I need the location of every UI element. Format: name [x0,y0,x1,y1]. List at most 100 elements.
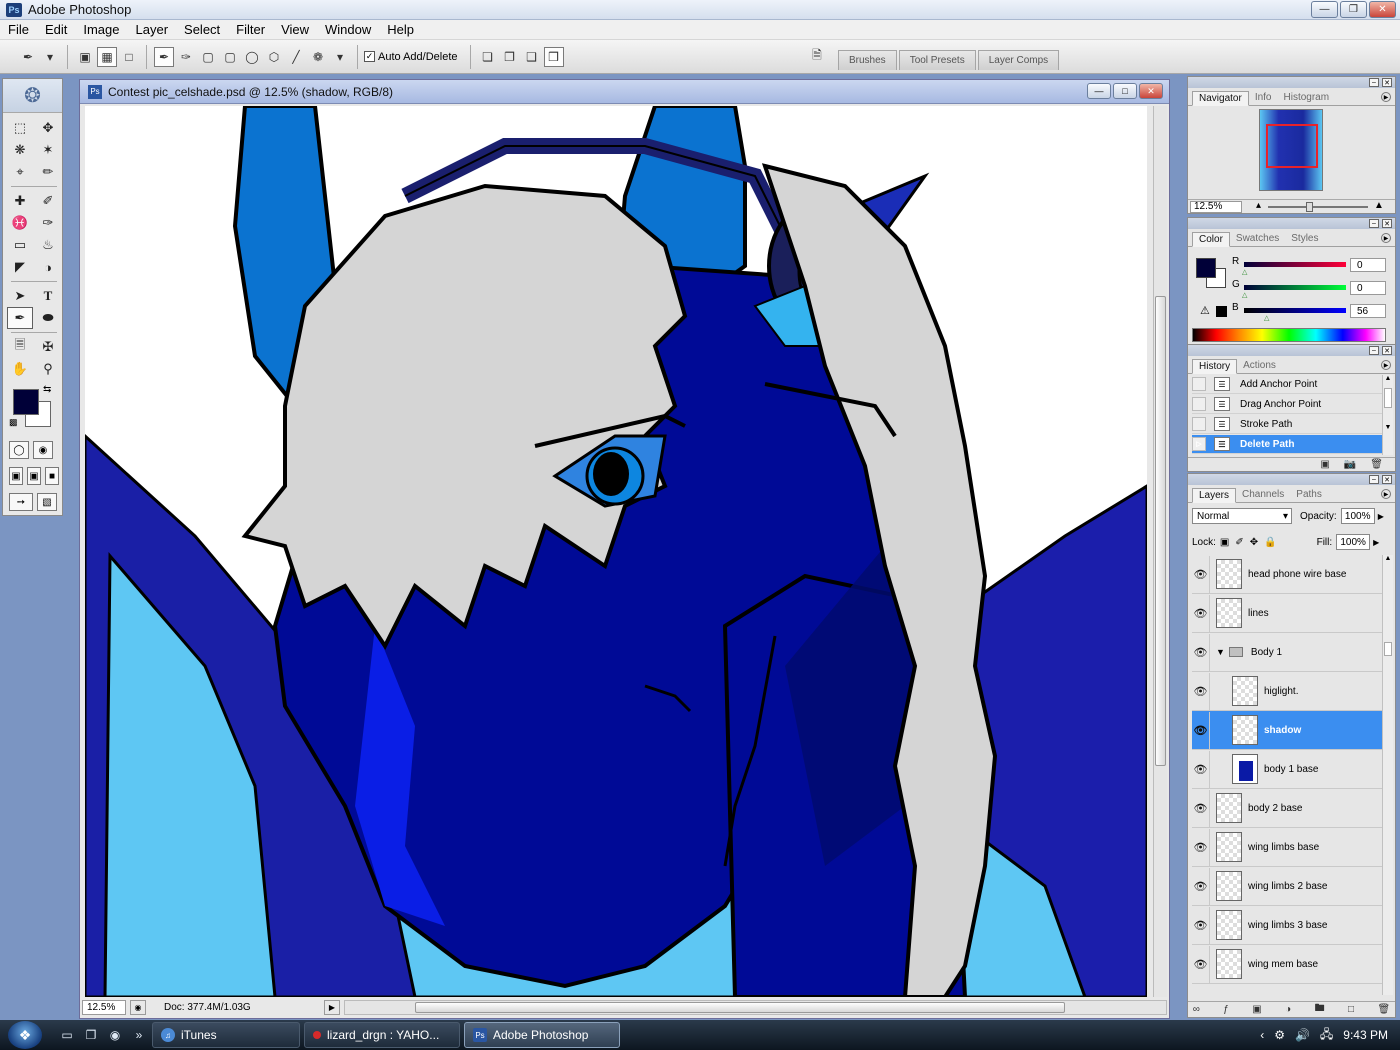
dodge-tool-icon[interactable]: ◑ [35,256,61,278]
shape-options-icon[interactable]: ▾ [330,47,350,67]
quick-mask-icon[interactable]: ◉ [33,441,53,459]
channel-b-knob-icon[interactable]: △ [1264,314,1269,322]
crop-tool-icon[interactable]: ⌖ [7,161,33,183]
palette-menu-icon[interactable]: ▶ [1381,360,1391,370]
foreground-color-swatch[interactable] [13,389,39,415]
channel-r-knob-icon[interactable]: △ [1242,268,1247,276]
menu-select[interactable]: Select [176,22,228,37]
close-button[interactable]: ✕ [1369,1,1396,18]
web-safe-swatch[interactable] [1216,306,1227,317]
move-tool-icon[interactable]: ✥ [35,117,61,139]
menu-image[interactable]: Image [75,22,127,37]
zoom-tool-icon[interactable]: ⚲ [35,358,61,380]
vertical-scrollbar[interactable] [1153,106,1167,997]
status-arrow-icon[interactable]: ▶ [324,1000,340,1015]
tab-info[interactable]: Info [1249,90,1278,105]
new-document-from-state-icon[interactable]: ▣ [1320,459,1329,470]
history-item-selected[interactable]: ▷ ☰ Delete Path [1192,435,1382,454]
zoom-slider-knob[interactable] [1306,202,1313,212]
visibility-eye-icon[interactable]: 👁 [1192,867,1210,905]
show-desktop-icon[interactable]: ▭ [58,1026,76,1044]
taskbar-photoshop[interactable]: Ps Adobe Photoshop [464,1022,620,1048]
layer-row[interactable]: 👁 body 1 base [1192,750,1382,789]
visibility-eye-icon[interactable]: 👁 [1192,945,1210,983]
visibility-eye-icon[interactable]: 👁 [1192,555,1210,593]
taskbar-yahoo[interactable]: lizard_drgn : YAHO... [304,1022,460,1048]
tab-styles[interactable]: Styles [1285,231,1324,246]
tray-network-tools-icon[interactable]: ⚙ [1274,1028,1285,1042]
subtract-path-icon[interactable]: ❐ [500,47,520,67]
view-box[interactable] [1266,124,1318,168]
tab-paths[interactable]: Paths [1290,487,1328,502]
taskbar-itunes[interactable]: ♫ iTunes [152,1022,300,1048]
horizontal-scrollbar[interactable] [344,1000,1167,1015]
palette-minimize-icon[interactable]: – [1369,346,1379,355]
doc-maximize-button[interactable]: □ [1113,83,1137,99]
channel-r-slider[interactable] [1244,262,1346,267]
navigator-zoom-field[interactable]: 12.5% [1190,200,1242,213]
rectangle-icon[interactable]: ▢ [198,47,218,67]
path-selection-icon[interactable]: ➤ [7,285,33,307]
slice-tool-icon[interactable]: ✏ [35,161,61,183]
menu-file[interactable]: File [0,22,37,37]
zoom-in-icon[interactable]: ▲ [1374,200,1384,211]
tab-navigator[interactable]: Navigator [1192,91,1249,106]
well-tab-layer-comps[interactable]: Layer Comps [977,50,1060,70]
palette-close-icon[interactable]: ✕ [1382,346,1392,355]
layer-row[interactable]: 👁 body 2 base [1192,789,1382,828]
clone-stamp-icon[interactable]: ♓ [7,212,33,234]
color-foreground-swatch[interactable] [1196,258,1216,278]
zoom-out-icon[interactable]: ▴ [1256,200,1261,211]
well-tab-tool-presets[interactable]: Tool Presets [898,50,976,70]
palette-close-icon[interactable]: ✕ [1382,78,1392,87]
palette-minimize-icon[interactable]: – [1369,219,1379,228]
layer-row[interactable]: 👁 lines [1192,594,1382,633]
layer-style-icon[interactable]: ƒ [1223,1004,1229,1015]
tray-expand-icon[interactable]: ‹ [1260,1028,1264,1042]
history-brush-icon[interactable]: ✑ [35,212,61,234]
zoom-field[interactable]: 12.5% [82,1000,126,1015]
lock-all-icon[interactable]: 🔒 [1264,537,1276,548]
screen-mode-standard-icon[interactable]: ▣ [9,467,23,485]
screen-mode-full-icon[interactable]: ■ [45,467,59,485]
jump-to-imageready-icon[interactable]: ➙ [9,493,33,511]
eyedropper-icon[interactable]: ✠ [35,336,61,358]
paths-icon[interactable]: ▦ [97,46,117,67]
palette-grip[interactable]: – ✕ [1188,77,1395,88]
palette-close-icon[interactable]: ✕ [1382,475,1392,484]
pen-tool-icon[interactable]: ✒ [7,307,33,329]
visibility-eye-icon[interactable]: 👁 [1192,672,1210,710]
visibility-eye-icon[interactable]: 👁 [1192,594,1210,632]
history-item[interactable]: ☰ Stroke Path [1192,415,1382,434]
channel-b-slider[interactable] [1244,308,1346,313]
lock-transparency-icon[interactable]: ▣ [1220,537,1229,548]
group-expand-triangle-icon[interactable]: ▼ [1216,647,1225,657]
menu-help[interactable]: Help [379,22,422,37]
tray-network-icon[interactable]: 🖧 [1320,1025,1333,1046]
history-item[interactable]: ☰ Add Anchor Point [1192,375,1382,394]
menu-view[interactable]: View [273,22,317,37]
palette-grip[interactable]: – ✕ [1188,218,1395,229]
minimize-button[interactable]: — [1311,1,1338,18]
opacity-slider-icon[interactable]: ▶ [1378,512,1384,521]
history-scroll-thumb[interactable] [1384,388,1392,408]
status-menu-icon[interactable]: ◉ [130,1000,146,1015]
shape-layers-icon[interactable]: ▣ [75,47,95,67]
palette-grip[interactable]: – ✕ [1188,474,1395,485]
horizontal-scroll-thumb[interactable] [415,1002,1065,1013]
intersect-path-icon[interactable]: ❑ [522,47,542,67]
menu-window[interactable]: Window [317,22,379,37]
document-title-bar[interactable]: Ps Contest pic_celshade.psd @ 12.5% (sha… [80,80,1169,104]
palette-menu-icon[interactable]: ▶ [1381,489,1391,499]
new-snapshot-icon[interactable]: 📷 [1344,459,1356,470]
link-layers-icon[interactable]: ∞ [1193,1004,1200,1015]
layer-mask-icon[interactable]: ▣ [1252,1004,1261,1015]
tray-volume-icon[interactable]: 🔊 [1295,1028,1310,1042]
blend-mode-select[interactable]: Normal ▾ [1192,508,1292,524]
tab-color[interactable]: Color [1192,232,1230,247]
palette-close-icon[interactable]: ✕ [1382,219,1392,228]
scroll-up-icon[interactable]: ▲ [1383,375,1393,382]
palette-menu-icon[interactable]: ▶ [1381,233,1391,243]
channel-b-value[interactable]: 56 [1350,304,1386,318]
layer-row[interactable]: 👁 wing limbs 3 base [1192,906,1382,945]
